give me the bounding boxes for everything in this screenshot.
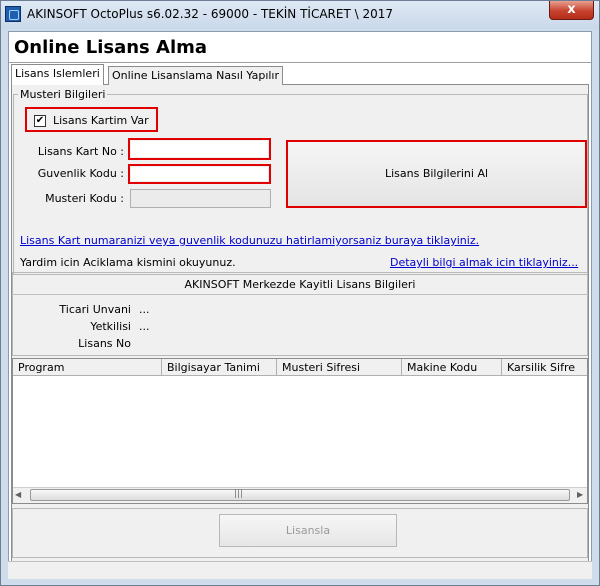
customer-group-legend: Musteri Bilgileri xyxy=(18,88,108,101)
get-license-info-button[interactable]: Lisans Bilgilerini Al xyxy=(286,140,587,208)
license-card-checkbox[interactable]: ✔ xyxy=(34,115,46,127)
license-info-divider xyxy=(12,294,588,295)
tab-online-lisanslama[interactable]: Online Lisanslama Nasıl Yapılır xyxy=(108,66,284,85)
header-divider xyxy=(9,62,591,63)
close-button[interactable]: x xyxy=(549,1,594,20)
window-title: AKINSOFT OctoPlus s6.02.32 - 69000 - TEK… xyxy=(27,7,393,21)
details-link[interactable]: Detayli bilgi almak icin tiklayiniz... xyxy=(390,256,578,269)
column-header-bilgisayar-tanimi[interactable]: Bilgisayar Tanimi xyxy=(162,359,277,376)
license-info-title: AKINSOFT Merkezde Kayitli Lisans Bilgile… xyxy=(184,278,416,291)
security-code-label: Guvenlik Kodu : xyxy=(37,167,124,180)
status-bar xyxy=(8,561,592,579)
scroll-left-icon[interactable]: ◀ xyxy=(15,490,21,499)
lisans-no-label: Lisans No xyxy=(78,337,131,350)
scroll-grip-icon: ||| xyxy=(234,489,244,499)
app-icon xyxy=(5,6,21,22)
scroll-right-icon[interactable]: ▶ xyxy=(577,490,583,499)
card-no-label: Lisans Kart No : xyxy=(37,145,124,158)
card-no-input[interactable] xyxy=(131,141,268,157)
customer-code-label: Musteri Kodu : xyxy=(45,192,124,205)
customer-code-field xyxy=(130,189,271,208)
column-header-program[interactable]: Program xyxy=(13,359,162,376)
help-text: Yardim icin Aciklama kismini okuyunuz. xyxy=(20,256,236,269)
column-header-makine-kodu[interactable]: Makine Kodu xyxy=(402,359,502,376)
ticari-unvani-value: ... xyxy=(139,303,150,316)
security-code-input[interactable] xyxy=(131,167,268,181)
page-title: Online Lisans Alma xyxy=(14,37,208,58)
tab-lisans-islemleri[interactable]: Lisans Islemleri xyxy=(11,64,104,85)
license-button[interactable]: Lisansla xyxy=(219,514,397,547)
license-card-checkbox-label[interactable]: Lisans Kartim Var xyxy=(53,114,149,127)
yetkilisi-label: Yetkilisi xyxy=(90,320,131,333)
yetkilisi-value: ... xyxy=(139,320,150,333)
column-header-karsilik-sifre[interactable]: Karsilik Sifre xyxy=(502,359,587,376)
column-header-musteri-sifresi[interactable]: Musteri Sifresi xyxy=(277,359,402,376)
scroll-thumb[interactable] xyxy=(30,489,570,501)
forgot-code-link[interactable]: Lisans Kart numaranizi veya guvenlik kod… xyxy=(20,234,479,247)
ticari-unvani-label: Ticari Unvani xyxy=(59,303,131,316)
license-grid[interactable] xyxy=(12,358,588,504)
